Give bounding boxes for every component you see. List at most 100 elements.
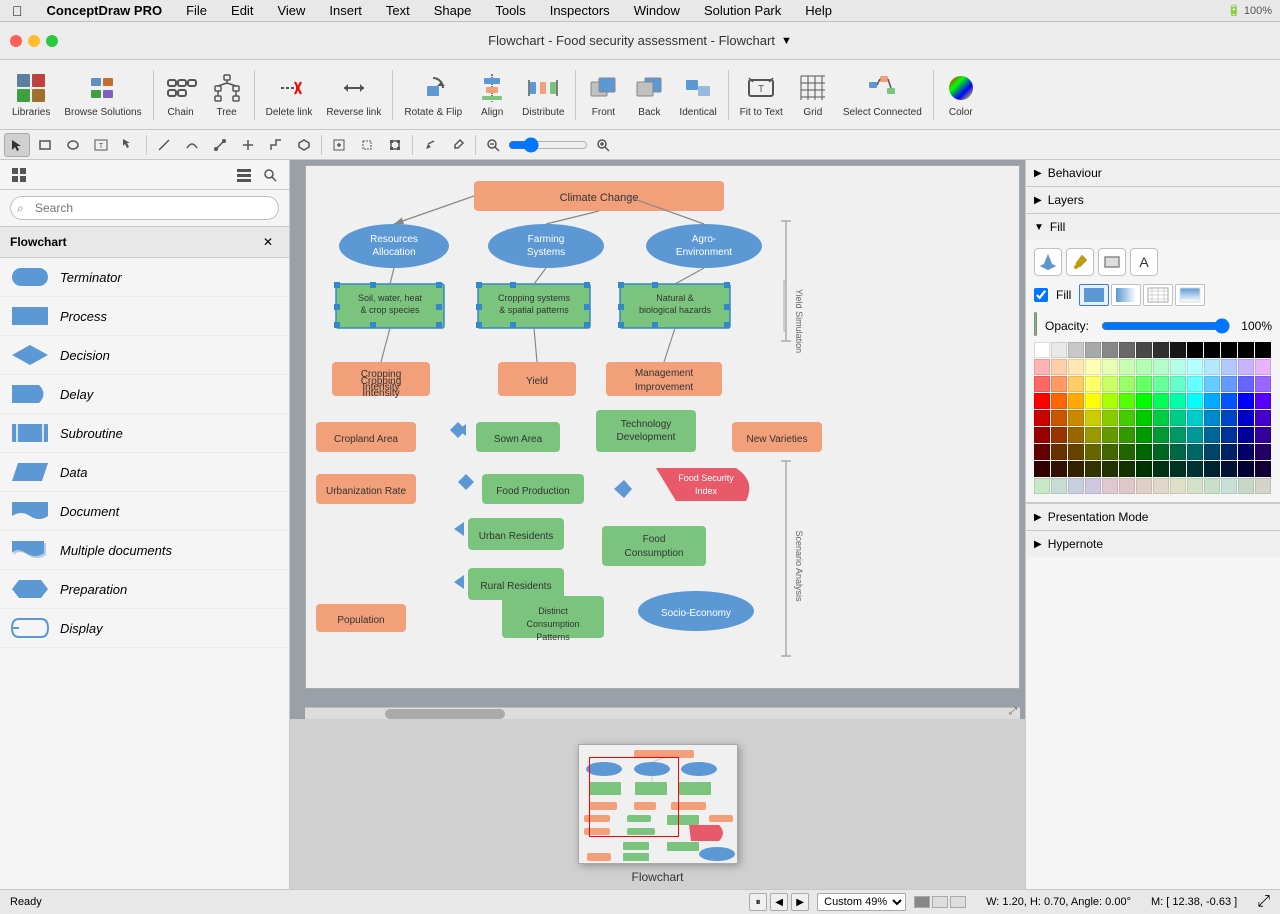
pencil-tool[interactable]	[417, 133, 443, 157]
fill-pattern-btn[interactable]	[1143, 284, 1173, 306]
page-ind-2[interactable]	[932, 896, 948, 908]
color-vd7[interactable]	[1136, 444, 1152, 460]
color-vd4[interactable]	[1085, 444, 1101, 460]
color-b7[interactable]	[1136, 393, 1152, 409]
color-m3[interactable]	[1068, 376, 1084, 392]
page-ind-1[interactable]	[914, 896, 930, 908]
crop-tool[interactable]	[354, 133, 380, 157]
fill-gradient-h-btn[interactable]	[1111, 284, 1141, 306]
color-mu14[interactable]	[1255, 478, 1271, 494]
panel-list-view[interactable]	[233, 164, 255, 186]
color-xd4[interactable]	[1085, 461, 1101, 477]
color-vd12[interactable]	[1221, 444, 1237, 460]
fill-solid-btn[interactable]	[1079, 284, 1109, 306]
toolbar-color[interactable]: Color	[939, 68, 983, 122]
pause-btn[interactable]: ⏸	[749, 893, 767, 911]
color-mu5[interactable]	[1102, 478, 1118, 494]
eyedropper-tool[interactable]	[445, 133, 471, 157]
color-p3[interactable]	[1068, 359, 1084, 375]
color-m14[interactable]	[1255, 376, 1271, 392]
menu-view[interactable]: View	[273, 2, 309, 19]
toolbar-back[interactable]: Back	[627, 68, 671, 122]
color-mu3[interactable]	[1068, 478, 1084, 494]
color-lightgray1[interactable]	[1051, 342, 1067, 358]
color-dk10[interactable]	[1187, 427, 1203, 443]
color-m2[interactable]	[1051, 376, 1067, 392]
color-b12[interactable]	[1221, 393, 1237, 409]
color-dk9[interactable]	[1170, 427, 1186, 443]
close-button[interactable]	[10, 35, 22, 47]
color-b4[interactable]	[1085, 393, 1101, 409]
color-dk3[interactable]	[1068, 427, 1084, 443]
color-vd6[interactable]	[1119, 444, 1135, 460]
fill-header[interactable]: ▼ Fill	[1026, 214, 1280, 240]
color-darkgray1[interactable]	[1136, 342, 1152, 358]
shape-item-terminator[interactable]: Terminator	[0, 258, 289, 297]
multi-select-tool[interactable]	[116, 133, 142, 157]
presentation-mode-header[interactable]: ▶ Presentation Mode	[1026, 503, 1280, 530]
color-p11[interactable]	[1204, 359, 1220, 375]
color-b8[interactable]	[1153, 393, 1169, 409]
color-b1[interactable]	[1034, 393, 1050, 409]
color-b9[interactable]	[1170, 393, 1186, 409]
color-xd2[interactable]	[1051, 461, 1067, 477]
color-dk6[interactable]	[1119, 427, 1135, 443]
horizontal-scrollbar[interactable]	[305, 707, 1020, 719]
panel-search-btn[interactable]	[259, 164, 281, 186]
toolbar-rotate-flip[interactable]: Rotate & Flip	[398, 68, 468, 122]
panel-grid-view[interactable]	[8, 164, 30, 186]
color-md7[interactable]	[1136, 410, 1152, 426]
color-m8[interactable]	[1153, 376, 1169, 392]
color-vd3[interactable]	[1068, 444, 1084, 460]
select-tool[interactable]	[4, 133, 30, 157]
color-dk8[interactable]	[1153, 427, 1169, 443]
text-tool[interactable]: T	[88, 133, 114, 157]
color-m4[interactable]	[1085, 376, 1101, 392]
color-p4[interactable]	[1085, 359, 1101, 375]
dropdown-arrow[interactable]: ▼	[781, 35, 792, 47]
color-mu13[interactable]	[1238, 478, 1254, 494]
insert-tool[interactable]	[326, 133, 352, 157]
hypernote-header[interactable]: ▶ Hypernote	[1026, 530, 1280, 557]
toolbar-grid[interactable]: Grid	[791, 68, 835, 122]
color-dk4[interactable]	[1085, 427, 1101, 443]
color-black2[interactable]	[1204, 342, 1220, 358]
toolbar-distribute[interactable]: Distribute	[516, 68, 570, 122]
toolbar-browse[interactable]: Browse Solutions	[58, 68, 147, 122]
color-darkgray3[interactable]	[1170, 342, 1186, 358]
app-name[interactable]: ConceptDraw PRO	[43, 2, 167, 19]
color-darkgray2[interactable]	[1153, 342, 1169, 358]
zoom-slider[interactable]	[508, 138, 588, 152]
shapes-close-btn[interactable]: ✕	[257, 231, 279, 253]
line-tool[interactable]	[151, 133, 177, 157]
color-mu4[interactable]	[1085, 478, 1101, 494]
color-m12[interactable]	[1221, 376, 1237, 392]
color-dk2[interactable]	[1051, 427, 1067, 443]
fill-gradient-v-btn[interactable]	[1175, 284, 1205, 306]
color-md8[interactable]	[1153, 410, 1169, 426]
shape-item-process[interactable]: Process	[0, 297, 289, 336]
color-b6[interactable]	[1119, 393, 1135, 409]
color-md11[interactable]	[1204, 410, 1220, 426]
fill-rect-btn[interactable]	[1098, 248, 1126, 276]
color-white[interactable]	[1034, 342, 1050, 358]
color-b2[interactable]	[1051, 393, 1067, 409]
menu-text[interactable]: Text	[382, 2, 414, 19]
color-vd11[interactable]	[1204, 444, 1220, 460]
page-ind-3[interactable]	[950, 896, 966, 908]
color-md12[interactable]	[1221, 410, 1237, 426]
zoom-in-tool[interactable]	[590, 133, 616, 157]
color-vd10[interactable]	[1187, 444, 1203, 460]
prev-page-btn[interactable]: ◀	[770, 893, 788, 911]
fill-text-btn[interactable]: A	[1130, 248, 1158, 276]
color-gray2[interactable]	[1102, 342, 1118, 358]
color-dk11[interactable]	[1204, 427, 1220, 443]
color-mu8[interactable]	[1153, 478, 1169, 494]
color-dk1[interactable]	[1034, 427, 1050, 443]
color-dk12[interactable]	[1221, 427, 1237, 443]
search-input[interactable]	[10, 196, 279, 220]
color-md9[interactable]	[1170, 410, 1186, 426]
color-p6[interactable]	[1119, 359, 1135, 375]
color-b14[interactable]	[1255, 393, 1271, 409]
color-p14[interactable]	[1255, 359, 1271, 375]
